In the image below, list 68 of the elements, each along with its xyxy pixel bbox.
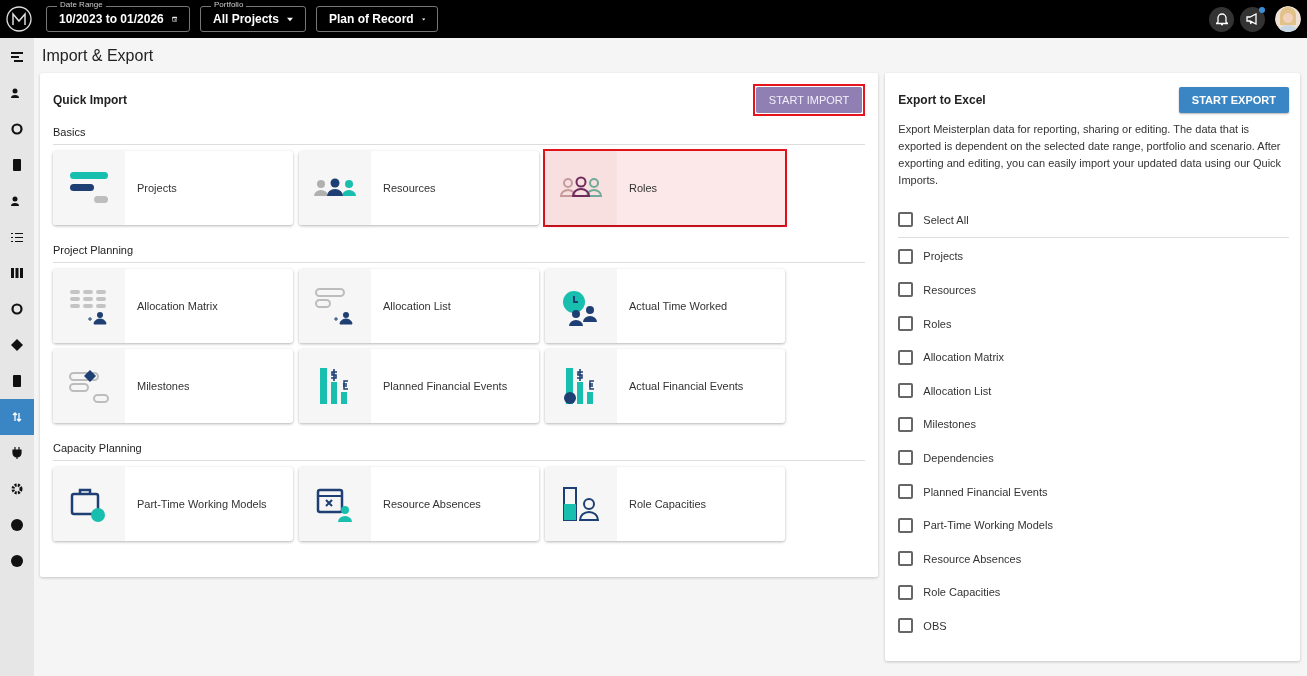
- import-tile[interactable]: Projects: [53, 151, 293, 225]
- checkbox[interactable]: [898, 316, 914, 332]
- section-title: Basics: [53, 119, 866, 145]
- nav-icon: [11, 555, 23, 567]
- checkbox[interactable]: [898, 517, 914, 533]
- nav-icon: [11, 231, 23, 243]
- nav-icon: [11, 51, 23, 63]
- import-tile[interactable]: Allocation Matrix: [53, 269, 293, 343]
- logo-icon[interactable]: [6, 6, 32, 32]
- nav-icon: [11, 267, 23, 279]
- panel-title: Export to Excel: [898, 93, 986, 107]
- checkbox[interactable]: [898, 484, 914, 500]
- page-title: Import & Export: [41, 46, 155, 66]
- import-tile[interactable]: Role Capacities: [545, 467, 785, 541]
- checkbox-label: Select All: [923, 213, 969, 226]
- checkbox-label: Projects: [923, 250, 964, 263]
- import-tile[interactable]: Roles: [545, 151, 785, 225]
- checkbox-label: Planned Financial Events: [923, 485, 1048, 498]
- checkbox-label: Roles: [923, 317, 952, 330]
- checkbox-label: Allocation List: [923, 384, 992, 397]
- import-tile[interactable]: Milestones: [53, 349, 293, 423]
- checkbox[interactable]: [898, 551, 914, 567]
- checkbox-label: Role Capacities: [923, 586, 1001, 599]
- caret-icon: [421, 16, 425, 22]
- checkbox-label: OBS: [923, 619, 947, 632]
- section-title: Project Planning: [53, 237, 866, 263]
- checkbox-label: Dependencies: [923, 451, 994, 464]
- caret-icon: [287, 16, 293, 22]
- nav-icon: [11, 483, 23, 495]
- checkbox-label: Resources: [923, 284, 976, 296]
- panel-title: Quick Import: [53, 93, 127, 107]
- bell-icon: [1215, 12, 1228, 26]
- checkbox[interactable]: [898, 416, 914, 432]
- checkbox[interactable]: [898, 618, 914, 634]
- nav-icon: [11, 375, 23, 387]
- nav-icon: [11, 411, 23, 423]
- notifications-button[interactable]: [1209, 6, 1234, 32]
- nav-icon: [11, 123, 23, 135]
- scenario-dropdown[interactable]: Plan of Record: [316, 6, 438, 32]
- import-tile[interactable]: Allocation List: [299, 269, 539, 343]
- import-tile[interactable]: Resources: [299, 151, 539, 225]
- import-tile[interactable]: Resource Absences: [299, 467, 539, 541]
- checkbox[interactable]: [898, 282, 914, 298]
- checkbox-label: Part-Time Working Models: [923, 519, 1053, 532]
- start-export-button[interactable]: START EXPORT: [1178, 87, 1289, 113]
- checkbox[interactable]: [898, 212, 914, 228]
- checkbox[interactable]: [898, 383, 914, 399]
- checkbox-label: Milestones: [923, 418, 976, 431]
- nav-icon: [11, 303, 23, 315]
- nav-icon: [11, 339, 23, 351]
- section-title: Capacity Planning: [53, 435, 866, 461]
- nav-icon: [11, 159, 23, 171]
- checkbox-label: Resource Absences: [923, 552, 1022, 565]
- checkbox[interactable]: [898, 349, 914, 365]
- import-tile[interactable]: Planned Financial Events: [299, 349, 539, 423]
- nav-icon: [11, 447, 23, 459]
- checkbox[interactable]: [898, 450, 914, 466]
- megaphone-icon: [1245, 13, 1260, 25]
- nav-icon: [11, 519, 23, 531]
- import-tile[interactable]: Actual Time Worked: [545, 269, 785, 343]
- checkbox[interactable]: [898, 584, 914, 600]
- checkbox-label: Allocation Matrix: [923, 351, 1005, 364]
- announcements-button[interactable]: [1240, 6, 1265, 32]
- import-tile[interactable]: Part-Time Working Models: [53, 467, 293, 541]
- checkbox[interactable]: [898, 248, 914, 264]
- export-description: Export Meisterplan data for reporting, sharing or editing. The data that is exported is dependent on the selected date range, portfolio and scenario. After exporting and editing, you can easily import your updated data using our Quick Imports.: [898, 122, 1283, 188]
- import-tile[interactable]: Actual Financial Events: [545, 349, 785, 423]
- user-avatar[interactable]: [1275, 6, 1301, 32]
